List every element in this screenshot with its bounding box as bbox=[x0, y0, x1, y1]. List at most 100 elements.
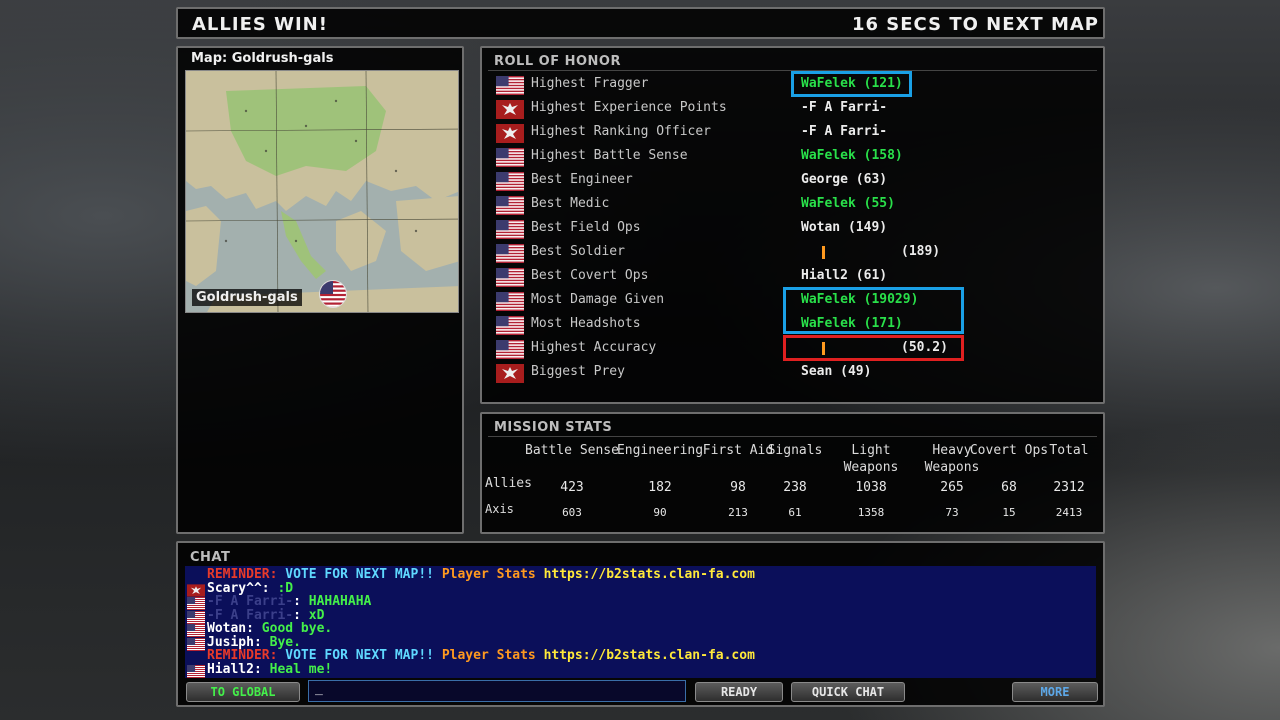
honor-category: Best Soldier bbox=[531, 244, 625, 259]
chat-message-part: Player Stats bbox=[441, 648, 544, 663]
us-flag-icon bbox=[187, 636, 205, 651]
chat-message-part: https://b2stats.clan-fa.com bbox=[543, 648, 755, 663]
chat-message-part: VOTE FOR NEXT MAP!! bbox=[285, 567, 442, 582]
honor-winner: Wotan (149) bbox=[801, 220, 888, 235]
quick-chat-button[interactable]: QUICK CHAT bbox=[791, 682, 905, 702]
honor-category: Most Headshots bbox=[531, 316, 641, 331]
honor-winner: WaFelek (158) bbox=[801, 148, 903, 163]
stats-cell: 213 bbox=[728, 506, 748, 519]
honor-winner: -F A Farri- bbox=[801, 100, 888, 115]
stats-column-header: Total bbox=[1049, 443, 1089, 458]
honor-row: Highest Ranking Officer -F A Farri- bbox=[492, 121, 1100, 145]
stats-column-header: Battle Sense bbox=[525, 443, 619, 458]
us-flag-icon bbox=[496, 292, 524, 311]
stats-cell: 2413 bbox=[1055, 506, 1083, 519]
stats-cell: 98 bbox=[730, 480, 746, 495]
us-flag-icon bbox=[187, 622, 205, 637]
axis-eagle-icon bbox=[496, 124, 524, 143]
highlight-box-blue bbox=[783, 287, 964, 334]
map-name-label: Goldrush-gals bbox=[192, 289, 302, 306]
honor-category: Best Engineer bbox=[531, 172, 633, 187]
round-result: ALLIES WIN! bbox=[192, 14, 328, 35]
us-flag-badge-icon bbox=[319, 280, 347, 308]
us-flag-icon bbox=[187, 663, 205, 678]
honor-winner: Sean (49) bbox=[801, 364, 872, 379]
stats-cell: 15 bbox=[1002, 506, 1016, 519]
honor-category: Best Covert Ops bbox=[531, 268, 649, 283]
axis-eagle-icon bbox=[496, 364, 524, 383]
chat-message-part: https://b2stats.clan-fa.com bbox=[543, 567, 755, 582]
us-flag-icon bbox=[187, 609, 205, 624]
honor-row: Best Soldier (189) bbox=[492, 241, 1100, 265]
honor-row: Biggest Prey Sean (49) bbox=[492, 361, 1100, 385]
honor-category: Best Field Ops bbox=[531, 220, 641, 235]
us-flag-icon bbox=[496, 148, 524, 167]
map-image: Goldrush-gals bbox=[185, 70, 459, 313]
honor-winner: WaFelek (55) bbox=[801, 196, 895, 211]
honor-category: Most Damage Given bbox=[531, 292, 665, 307]
ready-label: READY bbox=[720, 685, 758, 699]
honor-category: Highest Battle Sense bbox=[531, 148, 688, 163]
honor-category: Best Medic bbox=[531, 196, 610, 211]
us-flag-icon bbox=[496, 268, 524, 287]
honor-row: Best Field Ops Wotan (149) bbox=[492, 217, 1100, 241]
highlight-box-red bbox=[783, 335, 964, 361]
round-result-header: ALLIES WIN! 16 SECS TO NEXT MAP bbox=[176, 7, 1105, 39]
stats-cell: 68 bbox=[1001, 480, 1017, 495]
us-flag-icon bbox=[496, 316, 524, 335]
stats-cell: 2312 bbox=[1053, 480, 1085, 495]
to-global-label: TO GLOBAL bbox=[210, 685, 276, 699]
chat-message-part: : bbox=[253, 661, 270, 677]
honor-winner: George (63) bbox=[801, 172, 888, 187]
chat-message: Hiall2: Heal me! bbox=[207, 662, 332, 677]
stats-cell: 603 bbox=[562, 506, 582, 519]
to-global-button[interactable]: TO GLOBAL bbox=[186, 682, 300, 702]
chat-log[interactable]: REMINDER: VOTE FOR NEXT MAP!! Player Sta… bbox=[185, 566, 1096, 678]
stats-row-label: Allies bbox=[485, 476, 532, 491]
chat-title: CHAT bbox=[190, 550, 231, 565]
chat-panel: CHAT REMINDER: VOTE FOR NEXT MAP!! Playe… bbox=[176, 541, 1105, 707]
chat-message-part: Heal me! bbox=[269, 661, 333, 677]
next-map-countdown: 16 SECS TO NEXT MAP bbox=[851, 14, 1099, 35]
chat-message-part: Hiall2 bbox=[207, 661, 254, 677]
stats-cell: 423 bbox=[560, 480, 584, 495]
stats-cell: 238 bbox=[783, 480, 807, 495]
axis-eagle-icon bbox=[496, 100, 524, 119]
us-flag-icon bbox=[496, 244, 524, 263]
stats-cell: 61 bbox=[788, 506, 802, 519]
honor-winner: Hiall2 (61) bbox=[801, 268, 888, 283]
us-flag-icon bbox=[496, 196, 524, 215]
honor-winner: -F A Farri- bbox=[801, 124, 888, 139]
stats-cell: 182 bbox=[648, 480, 672, 495]
stats-cell: 90 bbox=[653, 506, 667, 519]
honor-category: Biggest Prey bbox=[531, 364, 625, 379]
map-panel: Map: Goldrush-gals Goldrush-gals bbox=[176, 46, 464, 534]
us-flag-icon bbox=[496, 76, 524, 95]
us-flag-icon bbox=[496, 172, 524, 191]
honor-row: Highest Experience Points -F A Farri- bbox=[492, 97, 1100, 121]
obscured-name-marker bbox=[822, 246, 825, 259]
more-button[interactable]: MORE bbox=[1012, 682, 1098, 702]
honor-row: Best Engineer George (63) bbox=[492, 169, 1100, 193]
stats-row-label: Axis bbox=[485, 502, 514, 516]
stats-cell: 1358 bbox=[857, 506, 885, 519]
chat-message-part: Player Stats bbox=[441, 567, 544, 582]
mission-stats-title: MISSION STATS bbox=[494, 420, 613, 435]
honor-category: Highest Experience Points bbox=[531, 100, 727, 115]
honor-row: Best Medic WaFelek (55) bbox=[492, 193, 1100, 217]
axis-eagle-icon bbox=[187, 582, 205, 597]
honor-category: Highest Fragger bbox=[531, 76, 649, 91]
stats-cell: 265 bbox=[940, 480, 964, 495]
more-label: MORE bbox=[1040, 685, 1070, 699]
stats-cell: 73 bbox=[945, 506, 959, 519]
honor-category: Highest Ranking Officer bbox=[531, 124, 712, 139]
highlight-box-blue bbox=[791, 71, 912, 97]
chat-input[interactable]: _ bbox=[308, 680, 686, 702]
honor-row: Highest Battle Sense WaFelek (158) bbox=[492, 145, 1100, 169]
honor-category: Highest Accuracy bbox=[531, 340, 657, 355]
roll-of-honor-title: ROLL OF HONOR bbox=[494, 54, 621, 69]
ready-button[interactable]: READY bbox=[695, 682, 783, 702]
honor-row: Best Covert Ops Hiall2 (61) bbox=[492, 265, 1100, 289]
honor-winner: (189) bbox=[901, 244, 941, 259]
quick-chat-label: QUICK CHAT bbox=[811, 685, 885, 699]
